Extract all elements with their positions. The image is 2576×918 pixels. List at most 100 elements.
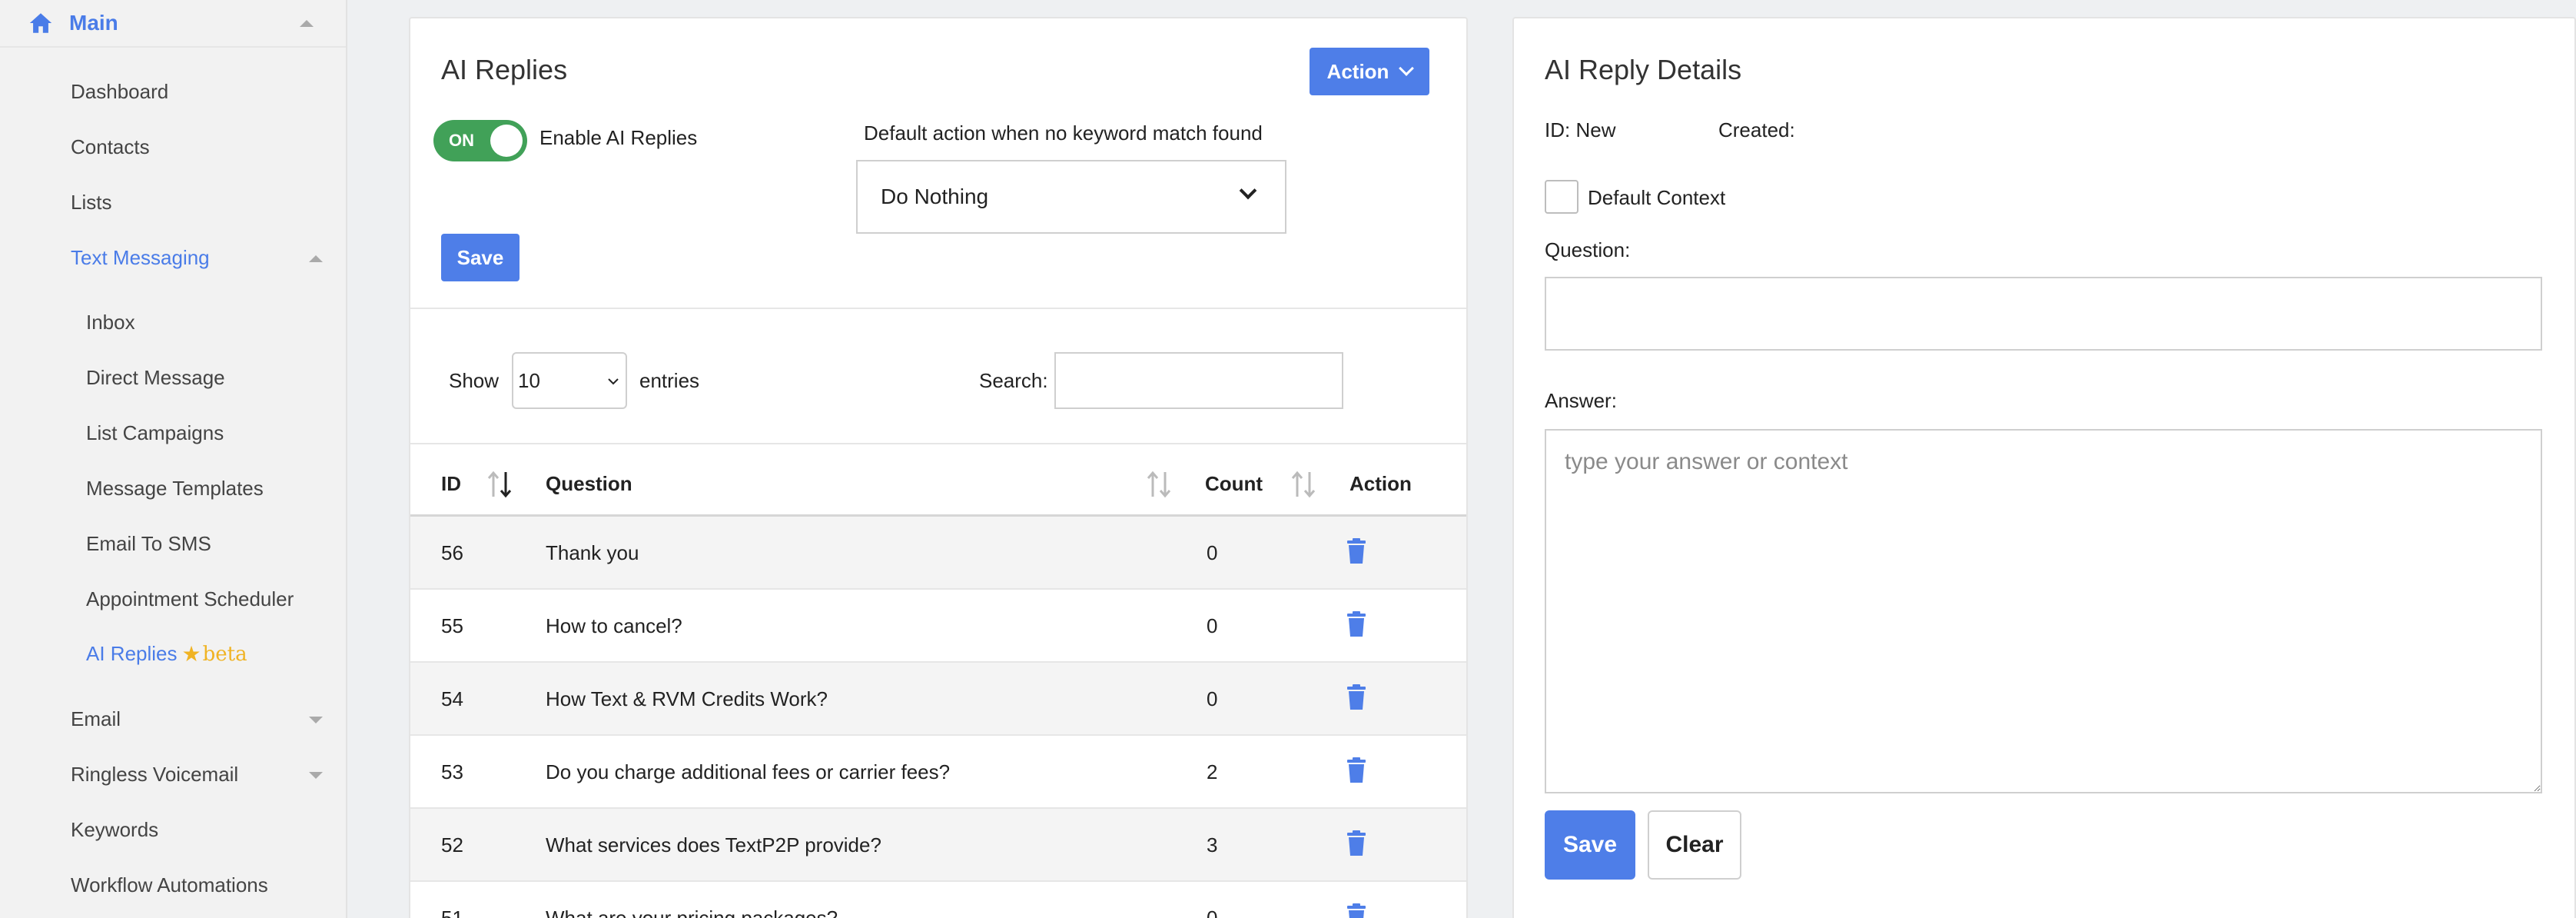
- sidebar-item-appointment-scheduler[interactable]: Appointment Scheduler: [86, 587, 294, 611]
- ai-replies-table: ID Question Count Action 56 Thank you 0 55 H…: [410, 447, 1466, 918]
- toggle-knob: [490, 125, 523, 157]
- clear-button[interactable]: Clear: [1648, 810, 1741, 880]
- sidebar-item-label: Appointment Scheduler: [86, 587, 294, 610]
- sidebar-item-label: Inbox: [86, 311, 135, 334]
- beta-badge: ★ beta: [182, 641, 247, 667]
- sidebar-item-text-messaging[interactable]: Text Messaging: [71, 246, 323, 270]
- sidebar-item-ringless-voicemail[interactable]: Ringless Voicemail: [71, 763, 323, 787]
- table-row[interactable]: 56 Thank you 0: [410, 517, 1466, 590]
- row-id: 56: [441, 541, 463, 564]
- id-field: ID: New: [1545, 118, 1615, 142]
- sidebar-item-list-campaigns[interactable]: List Campaigns: [86, 421, 224, 445]
- sidebar-item-direct-message[interactable]: Direct Message: [86, 366, 225, 390]
- action-dropdown-button[interactable]: Action: [1310, 48, 1429, 95]
- panel-title: AI Replies: [441, 54, 568, 85]
- sidebar-item-label: Keywords: [71, 818, 159, 841]
- caret-up-icon: [309, 255, 323, 262]
- sidebar-item-keywords[interactable]: Keywords: [71, 818, 158, 842]
- sidebar-item-label: AI Replies: [86, 642, 178, 665]
- show-label: Show: [449, 369, 500, 392]
- chevron-down-icon: [608, 378, 619, 385]
- caret-down-icon: [309, 717, 323, 723]
- sort-desc-icon[interactable]: [484, 469, 515, 500]
- row-question: How Text & RVM Credits Work?: [546, 687, 828, 710]
- row-question: What are your pricing packages?: [546, 906, 838, 918]
- enable-ai-replies-toggle[interactable]: ON: [433, 120, 527, 161]
- row-id: 52: [441, 833, 463, 856]
- sidebar-item-label: Lists: [71, 191, 112, 214]
- default-action-select[interactable]: Do Nothing: [856, 160, 1286, 234]
- home-icon: [29, 13, 52, 33]
- entries-label: entries: [639, 369, 700, 392]
- sidebar-item-inbox[interactable]: Inbox: [86, 311, 135, 334]
- sidebar-item-label: Ringless Voicemail: [71, 763, 239, 786]
- row-id: 55: [441, 614, 463, 637]
- id-value: New: [1575, 118, 1616, 141]
- column-header-question[interactable]: Question: [546, 472, 632, 496]
- created-label: Created:: [1718, 118, 1795, 141]
- question-input[interactable]: [1545, 277, 2542, 351]
- sort-icon[interactable]: [1144, 469, 1174, 500]
- row-question: How to cancel?: [546, 614, 682, 637]
- row-count: 0: [1207, 687, 1218, 710]
- action-label: Action: [1326, 59, 1389, 83]
- sidebar-item-label: Contacts: [71, 135, 150, 158]
- trash-icon[interactable]: [1346, 684, 1366, 710]
- sidebar-item-email-to-sms[interactable]: Email To SMS: [86, 532, 211, 556]
- row-id: 53: [441, 760, 463, 783]
- column-header-action: Action: [1349, 472, 1412, 495]
- answer-textarea[interactable]: [1545, 429, 2542, 793]
- row-count: 0: [1207, 614, 1218, 637]
- sidebar-item-lists[interactable]: Lists: [71, 191, 111, 215]
- trash-icon[interactable]: [1346, 903, 1366, 918]
- sidebar-item-label: Direct Message: [86, 366, 225, 389]
- caret-down-icon: [309, 772, 323, 779]
- sidebar-item-label: Text Messaging: [71, 246, 210, 269]
- sort-icon[interactable]: [1288, 469, 1319, 500]
- save-settings-button[interactable]: Save: [441, 234, 520, 281]
- table-row[interactable]: 52 What services does TextP2P provide? 3: [410, 809, 1466, 882]
- caret-up-icon: [300, 19, 314, 27]
- table-header: ID Question Count Action: [410, 447, 1466, 517]
- sidebar-item-label: Workflow Automations: [71, 873, 268, 896]
- sidebar-main-label: Main: [69, 11, 118, 35]
- column-header-count[interactable]: Count: [1205, 472, 1263, 496]
- sidebar-item-label: List Campaigns: [86, 421, 224, 444]
- beta-label: beta: [202, 642, 247, 666]
- trash-icon[interactable]: [1346, 830, 1366, 856]
- table-row[interactable]: 55 How to cancel? 0: [410, 590, 1466, 663]
- default-context-checkbox[interactable]: [1545, 180, 1578, 214]
- sidebar-main-header[interactable]: Main: [0, 0, 346, 48]
- sidebar-item-dashboard[interactable]: Dashboard: [71, 80, 168, 104]
- question-label: Question:: [1545, 238, 1631, 261]
- star-icon: ★: [181, 641, 201, 667]
- sidebar: Main Dashboard Contacts Lists Text Messa…: [0, 0, 347, 918]
- trash-icon[interactable]: [1346, 538, 1366, 564]
- sidebar-item-ai-replies[interactable]: AI Replies ★ beta: [86, 641, 247, 667]
- table-row[interactable]: 53 Do you charge additional fees or carri…: [410, 736, 1466, 809]
- search-input[interactable]: [1054, 352, 1343, 409]
- divider: [410, 443, 1466, 444]
- sidebar-item-label: Email: [71, 707, 121, 730]
- trash-icon[interactable]: [1346, 611, 1366, 637]
- default-context-label: Default Context: [1588, 186, 1726, 209]
- sidebar-item-contacts[interactable]: Contacts: [71, 135, 150, 159]
- table-row[interactable]: 54 How Text & RVM Credits Work? 0: [410, 663, 1466, 736]
- sidebar-item-workflow-automations[interactable]: Workflow Automations: [71, 873, 268, 897]
- table-row[interactable]: 51 What are your pricing packages? 0: [410, 882, 1466, 918]
- default-action-label: Default action when no keyword match fou…: [864, 121, 1263, 145]
- entries-select[interactable]: 10: [512, 352, 627, 409]
- row-question: Thank you: [546, 541, 639, 564]
- sidebar-item-message-templates[interactable]: Message Templates: [86, 477, 264, 501]
- chevron-down-icon: [1239, 181, 1257, 200]
- trash-icon[interactable]: [1346, 757, 1366, 783]
- row-count: 0: [1207, 541, 1218, 564]
- id-label: ID:: [1545, 118, 1571, 141]
- chevron-down-icon: [1399, 61, 1415, 76]
- row-id: 51: [441, 906, 463, 918]
- sidebar-item-email[interactable]: Email: [71, 707, 323, 731]
- save-button[interactable]: Save: [1545, 810, 1635, 880]
- entries-value: 10: [518, 368, 540, 392]
- row-count: 2: [1207, 760, 1218, 783]
- column-header-id[interactable]: ID: [441, 472, 461, 496]
